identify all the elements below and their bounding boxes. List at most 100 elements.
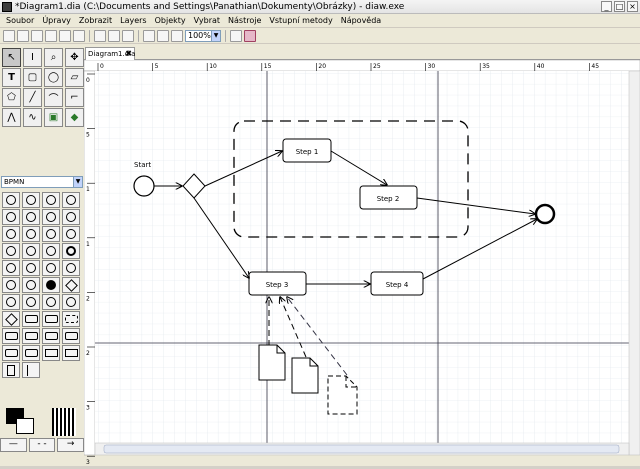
title-bar[interactable]: *Diagram1.dia (C:\Documents and Settings…	[0, 0, 640, 14]
end-event-icon[interactable]	[62, 243, 80, 259]
beziergon-tool-icon[interactable]: ⬠	[2, 88, 21, 107]
zigzag-tool-icon[interactable]: ⌐	[65, 88, 84, 107]
text-tool-icon[interactable]: T	[2, 68, 21, 87]
menu-layers[interactable]: Layers	[116, 16, 150, 25]
intermediate-event-icon[interactable]	[42, 209, 60, 225]
layer-toggle-icon[interactable]	[244, 29, 256, 42]
line-width-selector[interactable]	[52, 408, 76, 436]
end-message-event-icon[interactable]	[2, 260, 20, 276]
undo-icon[interactable]	[94, 29, 106, 42]
menu-edit[interactable]: Úpravy	[38, 16, 75, 25]
bezier-tool-icon[interactable]: ∿	[23, 108, 42, 127]
tab-diagram1[interactable]: Diagram1.dia ✖	[85, 47, 135, 60]
menu-select[interactable]: Vybrat	[190, 16, 224, 25]
menu-file[interactable]: Soubor	[2, 16, 38, 25]
gateway-and-icon[interactable]	[62, 294, 80, 310]
start-event[interactable]	[133, 175, 155, 197]
intermediate-timer-event-icon[interactable]	[2, 226, 20, 242]
diagram-canvas[interactable]: 0 5 10 15 20 25 30 35 40 45 0 5 1 1 2 2 3 3 Start Step 1…	[83, 59, 640, 466]
line-dash-style[interactable]: - -	[28, 438, 56, 452]
line-start-arrow[interactable]: —	[0, 438, 27, 452]
export-icon[interactable]	[59, 29, 71, 42]
magnify-tool-icon[interactable]: ⌕	[44, 48, 63, 67]
start-timer-event-icon[interactable]	[42, 192, 60, 208]
start-multiple-event-icon[interactable]	[22, 209, 40, 225]
end-terminate-event-icon[interactable]	[42, 277, 60, 293]
menu-input-methods[interactable]: Vstupní metody	[265, 16, 336, 25]
background-color[interactable]	[16, 418, 34, 434]
intermediate-multiple-event-icon[interactable]	[42, 243, 60, 259]
line-end-arrow[interactable]: →	[57, 438, 85, 452]
menu-view[interactable]: Zobrazit	[75, 16, 116, 25]
collapsed-subprocess-icon[interactable]	[2, 345, 20, 361]
chevron-down-icon[interactable]: ▼	[73, 177, 82, 187]
lane-icon[interactable]	[62, 345, 80, 361]
copy-icon[interactable]	[108, 29, 120, 42]
polygon-tool-icon[interactable]: ▱	[65, 68, 84, 87]
save-icon[interactable]	[31, 29, 43, 42]
maximize-icon[interactable]: □	[614, 1, 625, 12]
intermediate-message-event-icon[interactable]	[62, 209, 80, 225]
intermediate-compensation-event-icon[interactable]	[62, 226, 80, 242]
zoom-in-icon[interactable]	[143, 29, 155, 42]
intermediate-cancel-event-icon[interactable]	[42, 226, 60, 242]
data-object-icon[interactable]	[2, 362, 20, 378]
close-icon[interactable]: ×	[627, 1, 638, 12]
pool-icon[interactable]	[42, 345, 60, 361]
horizontal-scrollbar-thumb[interactable]	[103, 444, 620, 454]
end-error-event-icon[interactable]	[22, 260, 40, 276]
sheet-select[interactable]: BPMN ▼	[1, 176, 83, 188]
zoom-select[interactable]: 100% ▼	[185, 29, 221, 42]
menu-help[interactable]: Nápověda	[337, 16, 386, 25]
gateway-plus-icon[interactable]	[2, 311, 20, 327]
end-cancel-event-icon[interactable]	[42, 260, 60, 276]
end-multiple-event-icon[interactable]	[22, 277, 40, 293]
intermediate-error-event-icon[interactable]	[22, 226, 40, 242]
zoom-out-icon[interactable]	[157, 29, 169, 42]
close-tab-icon[interactable]: ✖	[125, 48, 132, 60]
multi-instance-task-icon[interactable]	[22, 328, 40, 344]
arc-tool-icon[interactable]: ⌒	[44, 88, 63, 107]
end-event[interactable]	[534, 203, 556, 225]
subprocess-icon[interactable]	[42, 311, 60, 327]
annotation-icon[interactable]	[22, 362, 40, 378]
start-event-icon[interactable]	[2, 192, 20, 208]
start-message-event-icon[interactable]	[22, 192, 40, 208]
transaction-icon[interactable]	[22, 345, 40, 361]
intermediate-rule-event-icon[interactable]	[2, 243, 20, 259]
vertical-scrollbar[interactable]	[628, 70, 640, 456]
task-icon[interactable]	[22, 311, 40, 327]
gateway-or-icon[interactable]	[42, 294, 60, 310]
gateway-xor-icon[interactable]	[2, 294, 20, 310]
pointer-tool-icon[interactable]: ↖	[2, 48, 21, 67]
end-compensation-event-icon[interactable]	[62, 260, 80, 276]
chevron-down-icon[interactable]: ▼	[211, 30, 220, 41]
box-tool-icon[interactable]: ▢	[23, 68, 42, 87]
outline-tool-icon[interactable]: ◆	[65, 108, 84, 127]
ellipse-tool-icon[interactable]: ◯	[44, 68, 63, 87]
intermediate-link-event-icon[interactable]	[22, 243, 40, 259]
start-rule-event-icon[interactable]	[62, 192, 80, 208]
open-file-icon[interactable]	[17, 29, 29, 42]
gateway-complex-icon[interactable]	[22, 294, 40, 310]
snap-grid-icon[interactable]	[230, 29, 242, 42]
save-as-icon[interactable]	[45, 29, 57, 42]
gateway-icon[interactable]	[62, 277, 80, 293]
polyline-tool-icon[interactable]: ⋀	[2, 108, 21, 127]
end-link-event-icon[interactable]	[2, 277, 20, 293]
menu-tools[interactable]: Nástroje	[224, 16, 265, 25]
zoom-fit-icon[interactable]	[171, 29, 183, 42]
loop-task-icon[interactable]	[2, 328, 20, 344]
new-file-icon[interactable]	[3, 29, 15, 42]
image-tool-icon[interactable]: ▣	[44, 108, 63, 127]
compensation-task-icon[interactable]	[42, 328, 60, 344]
ad-hoc-task-icon[interactable]	[62, 328, 80, 344]
minimize-icon[interactable]: _	[601, 1, 612, 12]
menu-objects[interactable]: Objekty	[151, 16, 190, 25]
print-icon[interactable]	[73, 29, 85, 42]
text-edit-tool-icon[interactable]: I	[23, 48, 42, 67]
paste-icon[interactable]	[122, 29, 134, 42]
color-swatch[interactable]	[6, 408, 36, 436]
scroll-tool-icon[interactable]: ✥	[65, 48, 84, 67]
start-link-event-icon[interactable]	[2, 209, 20, 225]
